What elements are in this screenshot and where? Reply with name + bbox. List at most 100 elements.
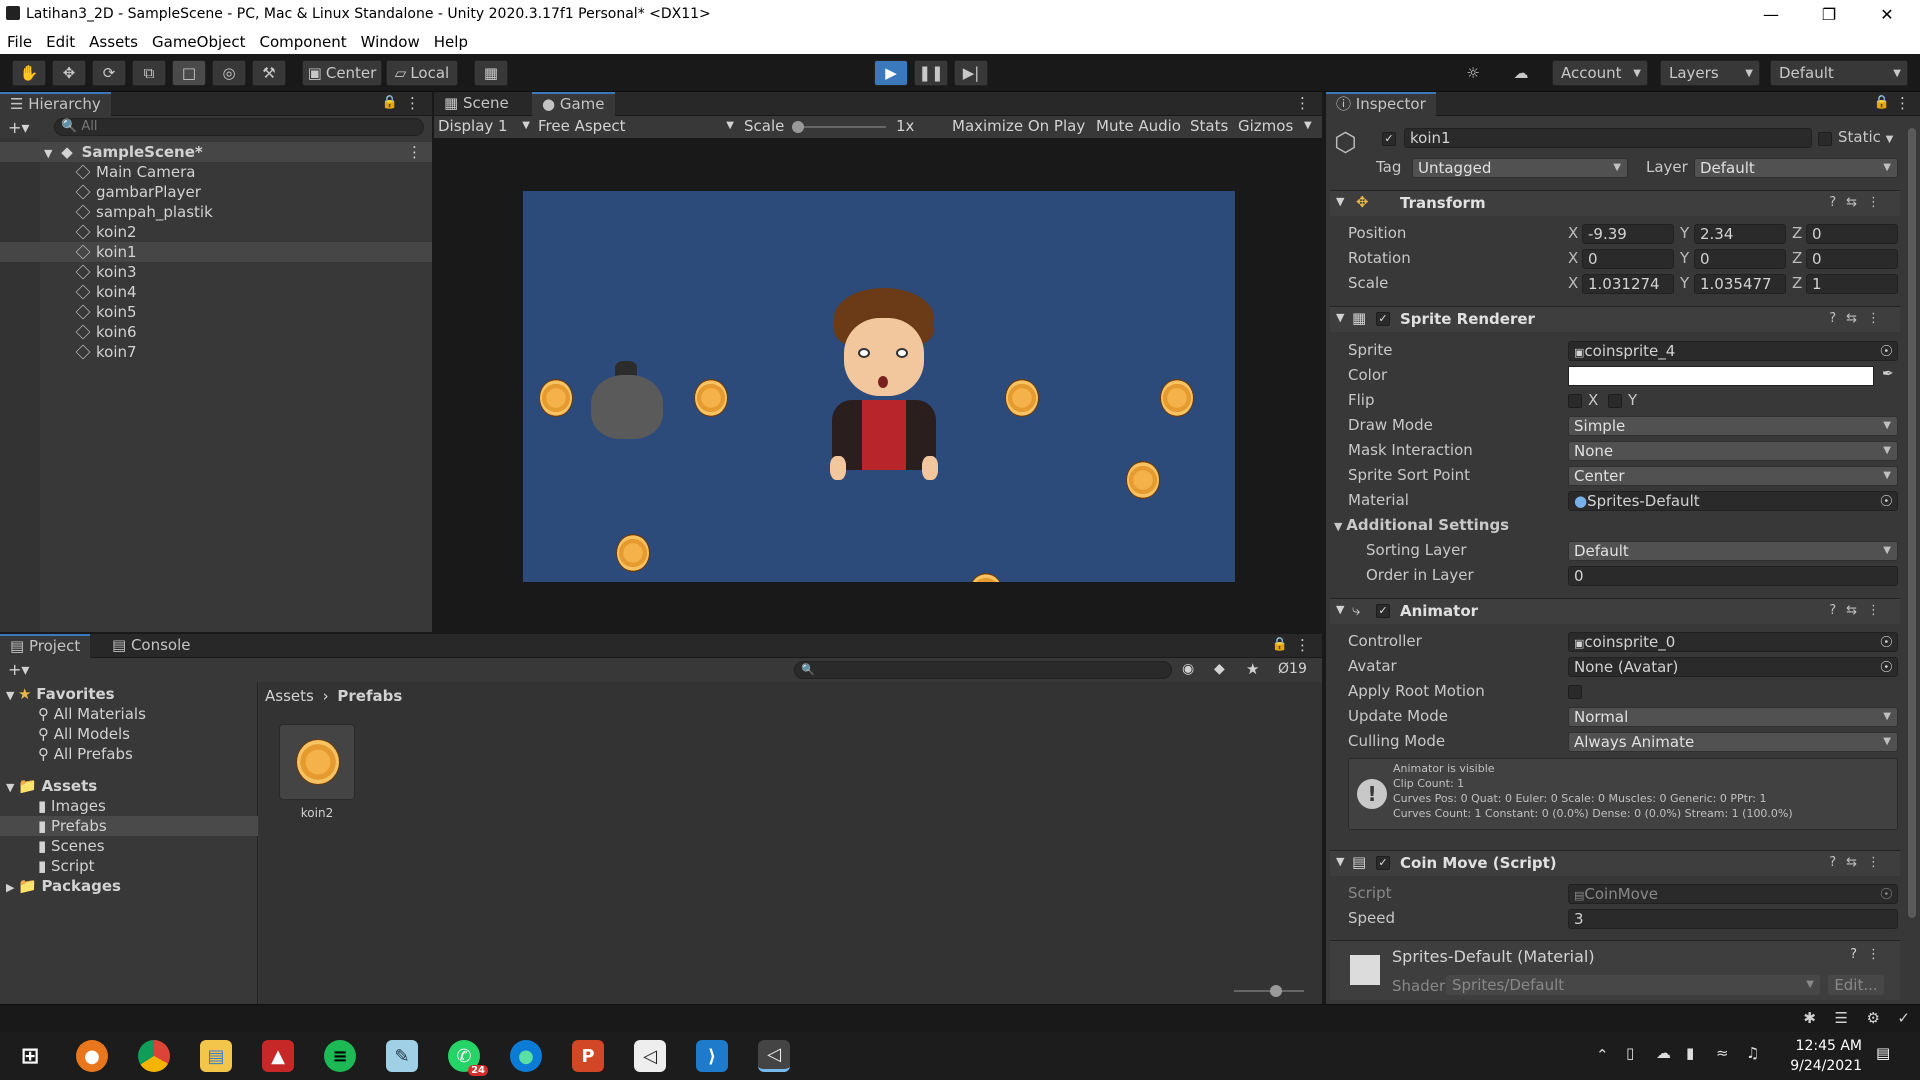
rotation-x-field[interactable]: 0: [1582, 249, 1674, 269]
tab-game[interactable]: ● Game: [532, 92, 615, 116]
pivot-center-button[interactable]: ▣ Center: [302, 60, 382, 86]
scene-menu-icon[interactable]: ⋮: [407, 142, 422, 162]
update-mode-dropdown[interactable]: Normal: [1568, 707, 1898, 727]
unity-hub-icon[interactable]: ◁: [634, 1040, 666, 1072]
position-y-field[interactable]: 2.34: [1694, 224, 1786, 244]
aspect-dropdown[interactable]: Free Aspect ▼: [538, 117, 734, 135]
tray-battery-icon[interactable]: ▮: [1686, 1044, 1694, 1062]
apply-root-motion-checkbox[interactable]: [1568, 685, 1582, 699]
mute-audio-button[interactable]: Mute Audio: [1096, 117, 1181, 135]
mask-interaction-dropdown[interactable]: None: [1568, 441, 1898, 461]
avatar-field[interactable]: None (Avatar) ☉: [1568, 657, 1898, 677]
clock[interactable]: 12:45 AM 9/24/2021: [1762, 1036, 1862, 1076]
inspector-menu-icon[interactable]: ⋮: [1895, 94, 1910, 112]
menu-edit[interactable]: Edit: [46, 33, 75, 51]
coin-move-enabled-checkbox[interactable]: ✓: [1376, 856, 1390, 870]
active-checkbox[interactable]: ✓: [1382, 132, 1396, 146]
component-options-icons[interactable]: ?⇆⋮: [1829, 855, 1890, 870]
hierarchy-item[interactable]: Main Camera: [0, 162, 432, 182]
hand-tool-icon[interactable]: ✋: [12, 60, 46, 86]
assets-folder[interactable]: ▼ 📁 Assets: [6, 776, 97, 796]
flip-x-checkbox[interactable]: [1568, 394, 1582, 408]
notes-icon[interactable]: ✎: [386, 1040, 418, 1072]
sprite-field[interactable]: ▣coinsprite_4 ☉: [1568, 341, 1898, 361]
object-picker-icon[interactable]: ☉: [1880, 658, 1893, 676]
vscode-icon[interactable]: ⟩: [696, 1040, 728, 1072]
layout-dropdown[interactable]: Default ▼: [1770, 60, 1908, 86]
scale-y-field[interactable]: 1.035477: [1694, 274, 1786, 294]
speed-field[interactable]: 3: [1568, 909, 1898, 929]
spotify-icon[interactable]: ≡: [324, 1040, 356, 1072]
static-label[interactable]: Static ▼: [1838, 128, 1893, 146]
game-viewport[interactable]: [523, 191, 1235, 582]
rotation-y-field[interactable]: 0: [1694, 249, 1786, 269]
object-picker-icon[interactable]: ☉: [1880, 492, 1893, 510]
order-in-layer-field[interactable]: 0: [1568, 566, 1898, 586]
animator-enabled-checkbox[interactable]: ✓: [1376, 604, 1390, 618]
project-search-input[interactable]: 🔍: [794, 661, 1172, 679]
flip-y-checkbox[interactable]: [1608, 394, 1622, 408]
breadcrumb-prefabs[interactable]: Prefabs: [337, 687, 402, 705]
cloud-icon[interactable]: ☁: [1504, 60, 1538, 86]
layer-dropdown[interactable]: Default: [1694, 158, 1898, 178]
hierarchy-item[interactable]: koin3: [0, 262, 432, 282]
shader-edit-button[interactable]: Edit...: [1828, 975, 1884, 995]
app-red-icon[interactable]: ▲: [262, 1040, 294, 1072]
position-z-field[interactable]: 0: [1806, 224, 1898, 244]
menu-component[interactable]: Component: [260, 33, 347, 51]
gizmos-button[interactable]: Gizmos: [1238, 117, 1293, 135]
rect-tool-icon[interactable]: □: [172, 60, 206, 86]
additional-settings-foldout[interactable]: ▼ Additional Settings: [1334, 516, 1509, 534]
folder-script[interactable]: ▮ Script: [38, 856, 95, 876]
gizmos-dropdown-icon[interactable]: ▼: [1304, 120, 1312, 131]
scene-row[interactable]: ▼ ◆ SampleScene* ⋮: [0, 142, 432, 162]
folder-scenes[interactable]: ▮ Scenes: [38, 836, 105, 856]
lock-icon[interactable]: 🔒: [382, 95, 398, 110]
material-options-icons[interactable]: ?⋮: [1850, 947, 1890, 962]
tab-inspector[interactable]: ⓘ Inspector: [1326, 92, 1436, 116]
move-tool-icon[interactable]: ✥: [52, 60, 86, 86]
hierarchy-item[interactable]: koin7: [0, 342, 432, 362]
transform-tool-icon[interactable]: ◎: [212, 60, 246, 86]
unity-editor-icon[interactable]: ◁: [758, 1040, 790, 1072]
file-explorer-icon[interactable]: ▤: [200, 1040, 232, 1072]
tab-hierarchy[interactable]: ☰ Hierarchy: [0, 92, 111, 116]
sprite-renderer-enabled-checkbox[interactable]: ✓: [1376, 312, 1390, 326]
chrome-icon[interactable]: [138, 1040, 170, 1072]
play-button[interactable]: ▶: [874, 60, 908, 86]
hierarchy-search-input[interactable]: 🔍 All: [54, 118, 424, 136]
hierarchy-item[interactable]: koin5: [0, 302, 432, 322]
object-picker-icon[interactable]: ☉: [1880, 342, 1893, 360]
material-field[interactable]: ●Sprites-Default ☉: [1568, 491, 1898, 511]
step-button[interactable]: ▶|: [954, 60, 988, 86]
tab-scene[interactable]: ▦ Scene: [434, 92, 519, 116]
folder-prefabs[interactable]: ▮ Prefabs: [0, 816, 258, 836]
menu-window[interactable]: Window: [361, 33, 420, 51]
custom-tool-icon[interactable]: ⚒: [252, 60, 286, 86]
scale-z-field[interactable]: 1: [1806, 274, 1898, 294]
debug-icon[interactable]: ✱: [1803, 1009, 1816, 1027]
hierarchy-item[interactable]: sampah_plastik: [0, 202, 432, 222]
tag-dropdown[interactable]: Untagged: [1412, 158, 1628, 178]
minimize-icon[interactable]: —: [1742, 0, 1800, 29]
tray-chevron-icon[interactable]: ⌃: [1596, 1046, 1609, 1064]
account-dropdown[interactable]: Account ▼: [1552, 60, 1648, 86]
auto-refresh-icon[interactable]: ⚙: [1867, 1009, 1880, 1027]
tab-console[interactable]: ▤ Console: [102, 634, 201, 658]
hierarchy-item[interactable]: koin1: [0, 242, 432, 262]
hidden-count[interactable]: Ø19: [1278, 661, 1307, 677]
draw-mode-dropdown[interactable]: Simple: [1568, 416, 1898, 436]
edge-icon[interactable]: ●: [510, 1040, 542, 1072]
tray-meet-icon[interactable]: ▯: [1626, 1044, 1634, 1062]
controller-field[interactable]: ▣coinsprite_0 ☉: [1568, 632, 1898, 652]
powerpoint-icon[interactable]: P: [572, 1040, 604, 1072]
breadcrumb-assets[interactable]: Assets: [265, 687, 314, 705]
menu-file[interactable]: File: [7, 33, 32, 51]
static-checkbox[interactable]: [1818, 132, 1832, 146]
favorites-item[interactable]: ▼ ★ Favorites: [6, 684, 115, 704]
component-options-icons[interactable]: ?⇆⋮: [1829, 195, 1890, 210]
project-menu-icon[interactable]: ⋮: [1295, 636, 1310, 654]
layers-dropdown[interactable]: Layers ▼: [1660, 60, 1760, 86]
tray-wifi-icon[interactable]: ≈: [1716, 1044, 1729, 1062]
whatsapp-icon[interactable]: ✆ 24: [448, 1040, 488, 1076]
